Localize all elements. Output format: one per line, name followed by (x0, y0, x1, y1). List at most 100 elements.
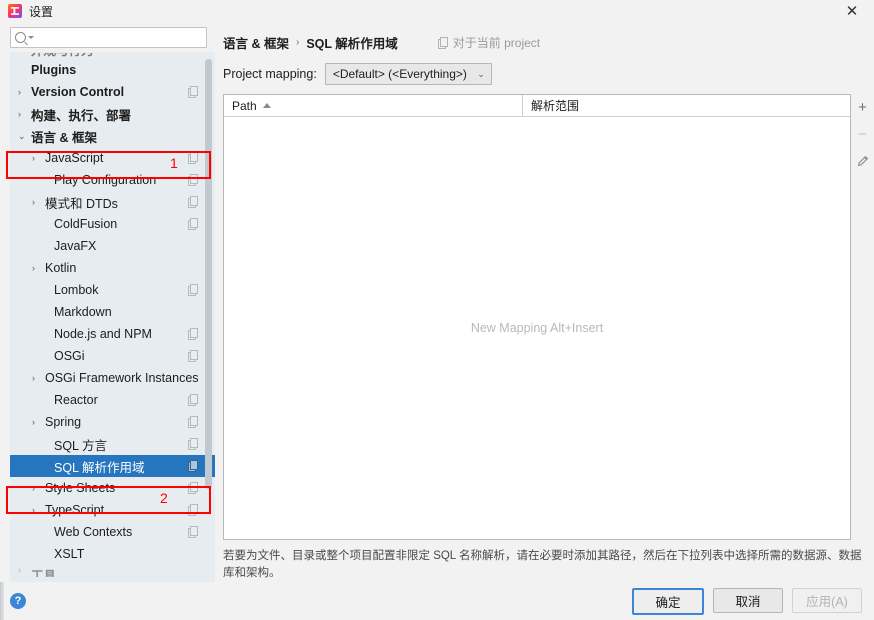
chevron-right-icon[interactable]: › (32, 417, 45, 427)
minus-icon: − (858, 125, 867, 143)
chevron-right-icon[interactable]: › (32, 197, 45, 207)
pencil-icon[interactable] (855, 153, 871, 169)
sidebar-item-12[interactable]: Markdown (10, 301, 215, 323)
sidebar-item-label: Plugins (31, 63, 77, 77)
breadcrumb-parent[interactable]: 语言 & 框架 (223, 33, 289, 52)
sidebar-item-18[interactable]: SQL 方言 (10, 433, 215, 455)
table-empty-state[interactable]: New Mapping Alt+Insert (224, 117, 850, 539)
sidebar-item-label: 工具 (31, 569, 57, 577)
project-mapping-label: Project mapping: (223, 67, 317, 81)
chevron-down-icon[interactable]: ⌄ (18, 131, 31, 142)
sidebar-item-label: 构建、执行、部署 (31, 108, 132, 123)
chevron-right-icon[interactable]: › (32, 483, 45, 493)
sidebar-item-21[interactable]: › TypeScript (10, 499, 215, 521)
chevron-right-icon[interactable]: › (18, 109, 31, 119)
copy-scope-icon (188, 460, 198, 472)
sort-ascending-icon (262, 103, 271, 108)
title-bar: 设置 ✕ (0, 0, 874, 22)
settings-tree: 外观与行为Plugins›Version Control›构建、执行、部署⌄语言… (10, 53, 215, 577)
copy-scope-icon (188, 438, 198, 450)
sidebar-item-label: Version Control (31, 85, 125, 99)
search-container (0, 22, 215, 52)
column-header-path-label: Path (232, 98, 257, 113)
sidebar-item-23[interactable]: XSLT (10, 543, 215, 565)
copy-scope-icon (188, 504, 198, 516)
copy-scope-icon (188, 526, 198, 538)
sidebar-item-8[interactable]: ColdFusion (10, 213, 215, 235)
sidebar-item-label: Kotlin (45, 261, 77, 275)
close-icon[interactable]: ✕ (830, 0, 874, 22)
sidebar-item-label: Web Contexts (54, 525, 133, 539)
chevron-right-icon[interactable]: › (32, 505, 45, 515)
sidebar-scrollbar-thumb[interactable] (205, 59, 212, 489)
chevron-right-icon[interactable]: › (18, 87, 31, 97)
sidebar-item-11[interactable]: Lombok (10, 279, 215, 301)
sidebar-item-15[interactable]: › OSGi Framework Instances (10, 367, 215, 389)
search-box[interactable] (10, 27, 207, 48)
sidebar-item-label: Spring (45, 415, 82, 429)
sidebar-item-label: Lombok (54, 283, 99, 297)
project-scope-note: 对于当前 project (437, 34, 540, 51)
sidebar-item-3[interactable]: › 构建、执行、部署 (10, 103, 215, 125)
sidebar-item-0[interactable]: 外观与行为 (10, 53, 215, 59)
help-icon[interactable]: ? (10, 593, 26, 609)
settings-sidebar: 外观与行为Plugins›Version Control›构建、执行、部署⌄语言… (0, 22, 215, 582)
settings-content-pane: 语言 & 框架 › SQL 解析作用域 对于当前 project Project… (215, 22, 874, 582)
sidebar-item-24[interactable]: › 工具 (10, 565, 215, 577)
chevron-right-icon[interactable]: › (32, 153, 45, 163)
sidebar-item-label: ColdFusion (54, 217, 118, 231)
copy-scope-icon (188, 196, 198, 208)
sidebar-item-19[interactable]: SQL 解析作用域 (10, 455, 215, 477)
sidebar-item-4[interactable]: ⌄ 语言 & 框架 (10, 125, 215, 147)
sidebar-item-label: SQL 方言 (54, 438, 108, 453)
sidebar-item-22[interactable]: Web Contexts (10, 521, 215, 543)
empty-state-text: New Mapping Alt+Insert (470, 320, 604, 335)
search-input[interactable] (34, 29, 202, 46)
column-header-path[interactable]: Path (224, 95, 523, 116)
sidebar-item-label: Play Configuration (54, 173, 157, 187)
chevron-right-icon[interactable]: › (32, 263, 45, 273)
copy-scope-icon (188, 174, 198, 186)
copy-scope-icon (188, 482, 198, 494)
chevron-right-icon[interactable]: › (32, 373, 45, 383)
table-header: Path 解析范围 (224, 95, 850, 117)
sidebar-item-1[interactable]: Plugins (10, 59, 215, 81)
mapping-table: Path 解析范围 New Mapping Alt+Insert (223, 94, 851, 540)
plus-icon[interactable]: + (855, 99, 871, 115)
breadcrumb-separator: › (295, 37, 300, 48)
sidebar-item-13[interactable]: Node.js and NPM (10, 323, 215, 345)
breadcrumb: 语言 & 框架 › SQL 解析作用域 对于当前 project (215, 22, 874, 52)
ok-button[interactable]: 确定 (632, 587, 704, 615)
sidebar-item-label: Node.js and NPM (54, 327, 152, 341)
sidebar-item-5[interactable]: › JavaScript (10, 147, 215, 169)
table-toolbar: + − (851, 94, 874, 540)
sidebar-item-label: TypeScript (45, 503, 105, 517)
sidebar-item-20[interactable]: › Style Sheets (10, 477, 215, 499)
annotation-number-1: 1 (170, 155, 178, 171)
mapping-table-area: Path 解析范围 New Mapping Alt+Insert + − (223, 94, 874, 540)
sidebar-item-2[interactable]: › Version Control (10, 81, 215, 103)
chevron-right-icon[interactable]: › (18, 565, 31, 575)
column-header-scope[interactable]: 解析范围 (523, 95, 850, 116)
breadcrumb-current: SQL 解析作用域 (306, 37, 398, 51)
sidebar-item-9[interactable]: JavaFX (10, 235, 215, 257)
copy-scope-icon (188, 284, 198, 296)
sidebar-item-10[interactable]: › Kotlin (10, 257, 215, 279)
copy-scope-icon (188, 350, 198, 362)
project-mapping-value: <Default> (<Everything>) (332, 67, 467, 81)
copy-scope-icon (188, 218, 198, 230)
sidebar-item-label: SQL 解析作用域 (54, 460, 145, 475)
sidebar-item-6[interactable]: Play Configuration (10, 169, 215, 191)
footer-buttons: 确定 取消 应用(A) (632, 587, 862, 615)
cancel-button[interactable]: 取消 (713, 587, 783, 613)
sidebar-item-label: JavaFX (54, 239, 97, 253)
sidebar-item-label: Reactor (54, 393, 98, 407)
sidebar-item-17[interactable]: › Spring (10, 411, 215, 433)
copy-scope-icon (188, 328, 198, 340)
sidebar-item-16[interactable]: Reactor (10, 389, 215, 411)
sidebar-item-7[interactable]: › 模式和 DTDs (10, 191, 215, 213)
copy-scope-icon (188, 86, 198, 98)
sidebar-item-14[interactable]: OSGi (10, 345, 215, 367)
settings-dialog: 设置 ✕ 外观与行为Plugins›Version Control›构建、执行、… (0, 0, 874, 620)
project-mapping-select[interactable]: <Default> (<Everything>) ⌄ (324, 63, 492, 85)
